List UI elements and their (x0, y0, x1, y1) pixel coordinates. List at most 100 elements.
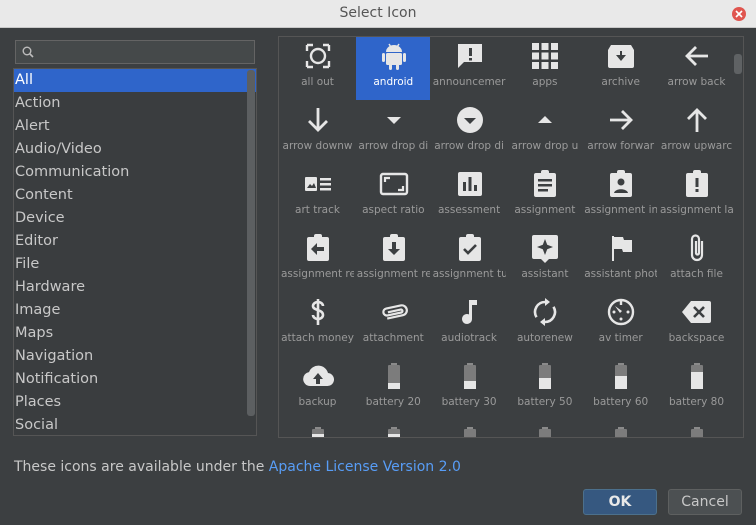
icon-cell-backspace[interactable]: backspace (659, 292, 733, 356)
icon-cell-arrow-upward[interactable]: arrow upwarc (659, 100, 733, 164)
icon-label: assessment (437, 204, 501, 216)
icon-cell-backup[interactable]: backup (280, 356, 354, 420)
category-item-alert[interactable]: Alert (14, 115, 256, 138)
icon-cell-assessment[interactable]: assessment (432, 164, 506, 228)
category-item-social[interactable]: Social (14, 414, 256, 435)
battery-charging-60-icon (691, 427, 703, 437)
icon-cell-arrow-forward[interactable]: arrow forwar (583, 100, 657, 164)
category-item-notification[interactable]: Notification (14, 368, 256, 391)
icon-cell-apps[interactable]: apps (507, 37, 581, 100)
icon-cell-assignment-ind[interactable]: assignment in (583, 164, 657, 228)
icon-label: backup (298, 396, 337, 408)
icon-cell-battery-charging-50[interactable] (583, 420, 657, 437)
search-field[interactable] (15, 40, 255, 64)
icon-cell-battery-alert[interactable] (356, 420, 430, 437)
icon-label: assignment la (660, 204, 733, 216)
icon-cell-attach-money[interactable]: attach money (280, 292, 354, 356)
icon-label: arrow upwarc (660, 140, 733, 152)
all-out-icon (305, 43, 331, 69)
category-item-audio-video[interactable]: Audio/Video (14, 138, 256, 161)
icon-cell-assignment[interactable]: assignment (507, 164, 581, 228)
assistant-photo-icon (612, 236, 633, 261)
icon-label: battery 60 (593, 396, 649, 408)
icon-cell-assignment-return[interactable]: assignment re (280, 228, 354, 292)
icon-cell-arrow-back[interactable]: arrow back (659, 37, 733, 100)
arrow-upward-icon (687, 108, 707, 132)
category-item-navigation[interactable]: Navigation (14, 345, 256, 368)
category-item-hardware[interactable]: Hardware (14, 276, 256, 299)
assignment-icon (534, 170, 557, 197)
icon-label: arrow downw (282, 140, 353, 152)
icon-cell-autorenew[interactable]: autorenew (507, 292, 581, 356)
assignment-return-icon (307, 234, 329, 261)
icon-cell-assignment-returned[interactable]: assignment re (356, 228, 430, 292)
battery-90-icon (312, 427, 324, 437)
icon-cell-arrow-drop-down-circle[interactable]: arrow drop di (432, 100, 506, 164)
icon-cell-arrow-drop-up[interactable]: arrow drop u (507, 100, 581, 164)
category-item-editor[interactable]: Editor (14, 230, 256, 253)
close-button[interactable] (732, 7, 746, 21)
assignment-late-icon (686, 170, 708, 197)
ok-button[interactable]: OK (583, 489, 657, 515)
av-timer-icon (607, 298, 635, 326)
icon-cell-arrow-drop-down[interactable]: arrow drop di (356, 100, 430, 164)
assignment-turned-in-icon (458, 234, 481, 261)
icon-cell-battery-20[interactable]: battery 20 (356, 356, 430, 420)
icon-cell-aspect-ratio[interactable]: aspect ratio (356, 164, 430, 228)
icon-cell-android[interactable]: android (355, 37, 430, 100)
category-item-action[interactable]: Action (14, 92, 256, 115)
icon-cell-archive[interactable]: archive (583, 37, 657, 100)
icon-cell-battery-50[interactable]: battery 50 (507, 356, 581, 420)
icon-cell-arrow-downward[interactable]: arrow downw (280, 100, 354, 164)
icon-cell-battery-80[interactable]: battery 80 (659, 356, 733, 420)
category-item-places[interactable]: Places (14, 391, 256, 414)
icon-cell-battery-charging-30[interactable] (507, 420, 581, 437)
icon-cell-battery-charging-20[interactable] (432, 420, 506, 437)
icon-cell-av-timer[interactable]: av timer (583, 292, 657, 356)
icon-label: autorenew (516, 332, 573, 344)
category-item-content[interactable]: Content (14, 184, 256, 207)
license-text: These icons are available under the (14, 459, 269, 475)
category-item-communication[interactable]: Communication (14, 161, 256, 184)
category-item-file[interactable]: File (14, 253, 256, 276)
cancel-button[interactable]: Cancel (668, 489, 742, 515)
title-bar: Select Icon (0, 0, 756, 28)
icon-cell-art-track[interactable]: art track (280, 164, 354, 228)
icon-cell-battery-30[interactable]: battery 30 (432, 356, 506, 420)
assignment-ind-icon (610, 170, 633, 197)
category-item-all[interactable]: All (14, 69, 256, 92)
icon-cell-audiotrack[interactable]: audiotrack (432, 292, 506, 356)
icon-cell-assistant[interactable]: assistant (507, 228, 581, 292)
icon-label: announcemer (432, 76, 506, 88)
category-item-image[interactable]: Image (14, 299, 256, 322)
icon-cell-battery-90[interactable] (280, 420, 354, 437)
category-item-maps[interactable]: Maps (14, 322, 256, 345)
icon-cell-battery-60[interactable]: battery 60 (583, 356, 657, 420)
category-list-scrollbar[interactable] (247, 70, 255, 416)
icon-label: art track (295, 204, 340, 216)
icon-cell-all-out[interactable]: all out (280, 37, 354, 100)
autorenew-icon (534, 298, 557, 326)
icon-grid[interactable]: all out android announcemer apps archive arro… (278, 36, 744, 438)
battery-charging-20-icon (463, 427, 476, 437)
assessment-icon (457, 172, 482, 196)
icon-label: assignment re (356, 268, 430, 280)
license-link[interactable]: Apache License Version 2.0 (269, 459, 461, 475)
icon-grid-scrollbar[interactable] (734, 54, 742, 74)
battery-80-icon (691, 363, 703, 389)
icon-cell-assignment-late[interactable]: assignment la (659, 164, 733, 228)
icon-cell-assistant-photo[interactable]: assistant phot (583, 228, 657, 292)
icon-cell-announcement[interactable]: announcemer (432, 37, 506, 100)
icon-label: arrow back (667, 76, 726, 88)
art-track-icon (305, 177, 331, 191)
icon-cell-battery-charging-60[interactable] (659, 420, 733, 437)
battery-20-icon (387, 363, 400, 389)
icon-cell-assignment-turned-in[interactable]: assignment tu (432, 228, 506, 292)
icon-cell-attach-file[interactable]: attach file (659, 228, 733, 292)
category-item-device[interactable]: Device (14, 207, 256, 230)
icon-label: battery 30 (441, 396, 497, 408)
assignment-returned-icon (382, 234, 405, 261)
icon-cell-attachment[interactable]: attachment (356, 292, 430, 356)
search-input[interactable] (38, 43, 248, 61)
category-list[interactable]: All Action Alert Audio/Video Communication Co… (13, 68, 257, 436)
